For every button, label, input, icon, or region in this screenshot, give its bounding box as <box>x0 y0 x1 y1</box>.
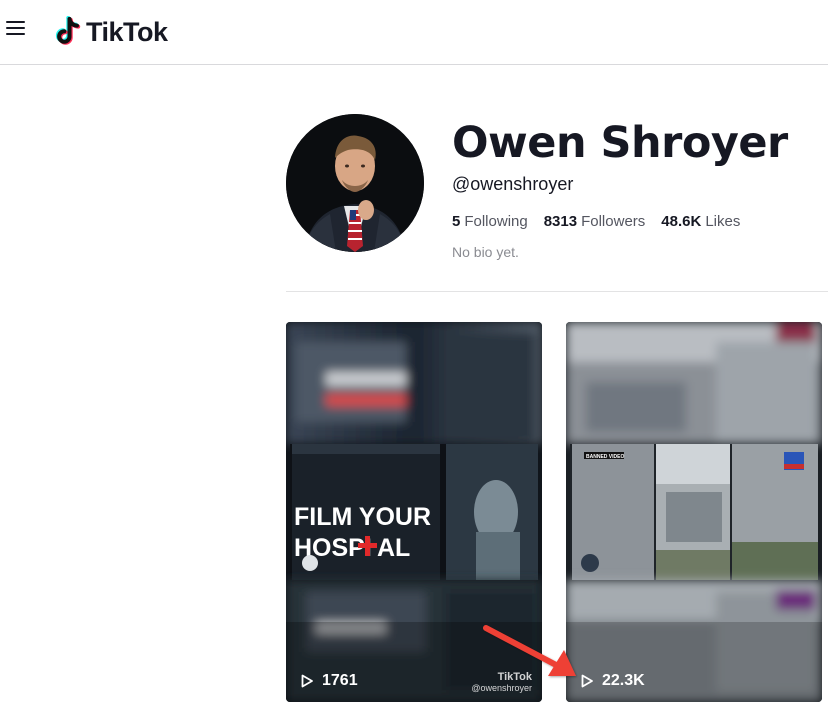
play-outline-icon <box>301 674 313 688</box>
video-thumbnail-2[interactable]: BANNED VIDEO 22.3K <box>566 322 822 702</box>
top-nav-bar: TikTok <box>0 0 828 65</box>
video-2-views: 22.3K <box>602 672 645 689</box>
section-divider <box>286 291 828 292</box>
profile-avatar[interactable] <box>286 114 424 252</box>
logo-wordmark: TikTok <box>86 16 168 47</box>
following-stat[interactable]: 5 Following <box>452 213 528 230</box>
video-1-overlay-line-1: FILM YOUR <box>294 503 431 531</box>
followers-stat[interactable]: 8313 Followers <box>544 213 646 230</box>
followers-label: Followers <box>581 213 646 230</box>
video-thumbnail-1[interactable]: FILM YOUR HOSPI AL 1761 TikTok @owenshro… <box>286 322 542 702</box>
tiktok-note-icon <box>55 16 81 45</box>
hamburger-menu-icon[interactable] <box>6 20 26 36</box>
video-1-overlay-line-3: AL <box>377 534 410 562</box>
tiktok-logo[interactable]: TikTok <box>55 15 168 49</box>
profile-bio: No bio yet. <box>452 244 519 260</box>
video-1-watermark: TikTok @owenshroyer <box>471 672 532 694</box>
watermark-logo: TikTok <box>497 671 532 683</box>
play-outline-icon <box>581 674 593 688</box>
following-count: 5 <box>452 213 461 230</box>
followers-count: 8313 <box>543 213 578 230</box>
likes-stat: 48.6K Likes <box>661 213 740 230</box>
watermark-handle: @owenshroyer <box>471 683 532 693</box>
avatar-image <box>286 114 424 252</box>
following-label: Following <box>464 213 528 230</box>
profile-name: Owen Shroyer <box>452 118 788 168</box>
likes-label: Likes <box>705 213 741 230</box>
video-2-preview: BANNED VIDEO <box>566 322 822 702</box>
video-1-preview: FILM YOUR HOSPI AL <box>286 322 542 702</box>
profile-stats: 5 Following 8313 Followers 48.6K Likes <box>452 213 740 230</box>
video-2-view-count: 22.3K <box>580 672 645 690</box>
likes-count: 48.6K <box>661 213 702 230</box>
video-2-badge: BANNED VIDEO <box>586 454 624 460</box>
profile-handle: @owenshroyer <box>452 174 574 194</box>
video-1-view-count: 1761 <box>300 672 358 690</box>
video-1-views: 1761 <box>322 672 358 689</box>
